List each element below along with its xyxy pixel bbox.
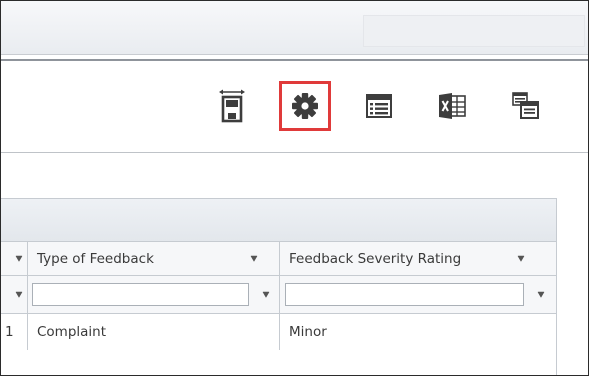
- column-header-label: Type of Feedback: [37, 250, 154, 267]
- feedback-grid: 🔻︎ Type of Feedback 🔻︎ Feedback Severity…: [1, 198, 557, 375]
- grid-header-row: 🔻︎ Type of Feedback 🔻︎ Feedback Severity…: [1, 242, 556, 276]
- save-layout-button[interactable]: [206, 81, 258, 131]
- gear-icon: [292, 93, 318, 119]
- type-of-feedback-cell[interactable]: Complaint: [28, 314, 280, 350]
- type-of-feedback-value: Complaint: [37, 324, 107, 340]
- header-search-area: [363, 15, 585, 47]
- column-chooser-button[interactable]: [353, 81, 405, 131]
- excel-export-icon: [439, 93, 466, 119]
- filter-cell-severity-rating: 🔻︎: [280, 276, 556, 313]
- row-number-cell: 1: [1, 314, 28, 350]
- export-grid-button[interactable]: [500, 81, 552, 131]
- row-number: 1: [5, 324, 14, 340]
- grid-filter-row: 🔻︎ 🔻︎ 🔻︎: [1, 276, 556, 314]
- filter-input-severity-rating[interactable]: [285, 283, 524, 306]
- filter-funnel-icon[interactable]: 🔻︎: [534, 289, 548, 300]
- filter-funnel-icon[interactable]: 🔻︎: [259, 289, 273, 300]
- column-header-type-of-feedback[interactable]: Type of Feedback 🔻︎: [28, 242, 280, 275]
- filter-funnel-icon[interactable]: 🔻︎: [247, 253, 261, 264]
- save-layout-icon: [219, 89, 245, 123]
- table-row[interactable]: 1 Complaint Minor: [1, 314, 556, 350]
- column-header-severity-rating[interactable]: Feedback Severity Rating 🔻︎: [280, 242, 556, 275]
- export-grid-icon: [512, 92, 539, 119]
- grid-group-panel: [1, 199, 556, 242]
- severity-rating-value: Minor: [289, 324, 327, 340]
- top-header-bar: [1, 1, 588, 55]
- filter-cell-row-number: 🔻︎: [1, 276, 28, 313]
- filter-input-type-of-feedback[interactable]: [32, 283, 249, 306]
- app-window: 🔻︎ Type of Feedback 🔻︎ Feedback Severity…: [0, 0, 589, 376]
- header-divider: [1, 59, 588, 61]
- settings-button[interactable]: [279, 81, 331, 131]
- excel-export-button[interactable]: [426, 81, 478, 131]
- filter-cell-type-of-feedback: 🔻︎: [28, 276, 280, 313]
- column-header-row-number[interactable]: 🔻︎: [1, 242, 28, 275]
- filter-funnel-icon[interactable]: 🔻︎: [12, 289, 26, 300]
- filter-funnel-icon[interactable]: 🔻︎: [514, 253, 528, 264]
- toolbar-divider: [1, 152, 588, 153]
- filter-funnel-icon[interactable]: 🔻︎: [12, 253, 26, 264]
- column-chooser-icon: [366, 94, 392, 118]
- severity-rating-cell[interactable]: Minor: [280, 314, 556, 350]
- column-header-label: Feedback Severity Rating: [289, 250, 462, 267]
